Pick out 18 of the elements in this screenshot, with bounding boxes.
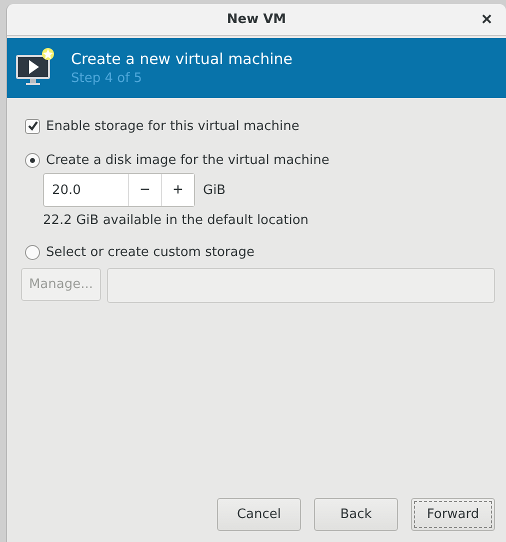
dialog-button[interactable]: Forward [411,498,495,531]
size-spinner[interactable]: 20.0 − + [43,173,195,207]
window-title: New VM [226,12,286,27]
header-title: Create a new virtual machine [71,50,293,68]
radio-button[interactable] [25,244,40,260]
step-label: Step 4 of 5 [71,71,144,86]
close-button[interactable]: × [477,9,496,30]
increment-button[interactable]: + [161,174,194,206]
checkbox-label: Enable storage for this virtual machine [46,118,300,134]
checkbox[interactable] [25,118,40,134]
radio-label: Select or create custom storage [46,244,254,260]
available-space-text: 22.2 GiB available in the default location [43,213,310,228]
unit-label: GiB [203,182,226,198]
dialog-button[interactable]: Back [314,498,398,531]
radio-button[interactable] [25,152,40,168]
dialog-button[interactable]: Cancel [217,498,301,531]
size-value: 20.0 [51,182,82,200]
radio-label: Create a disk image for the virtual machine [46,152,330,168]
